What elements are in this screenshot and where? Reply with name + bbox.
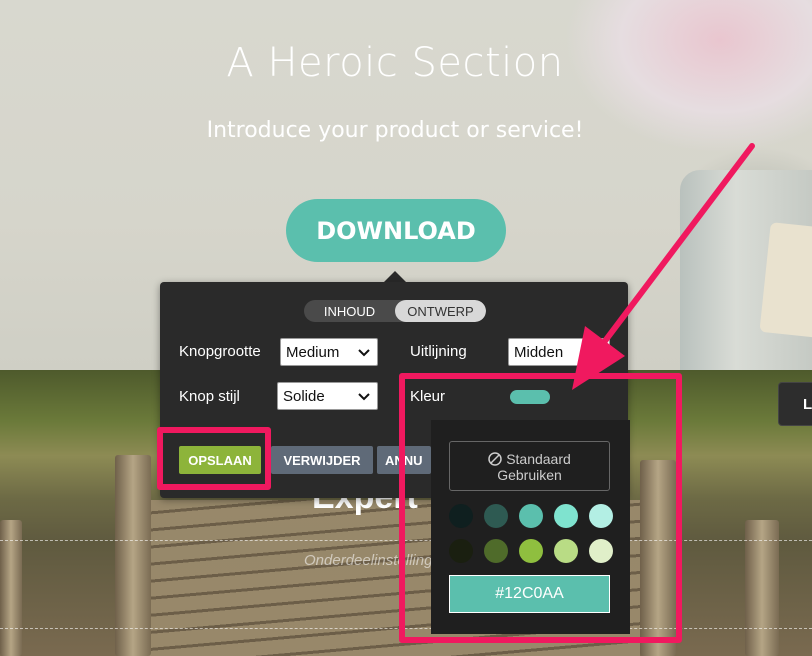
arrow-annotation (572, 143, 755, 390)
